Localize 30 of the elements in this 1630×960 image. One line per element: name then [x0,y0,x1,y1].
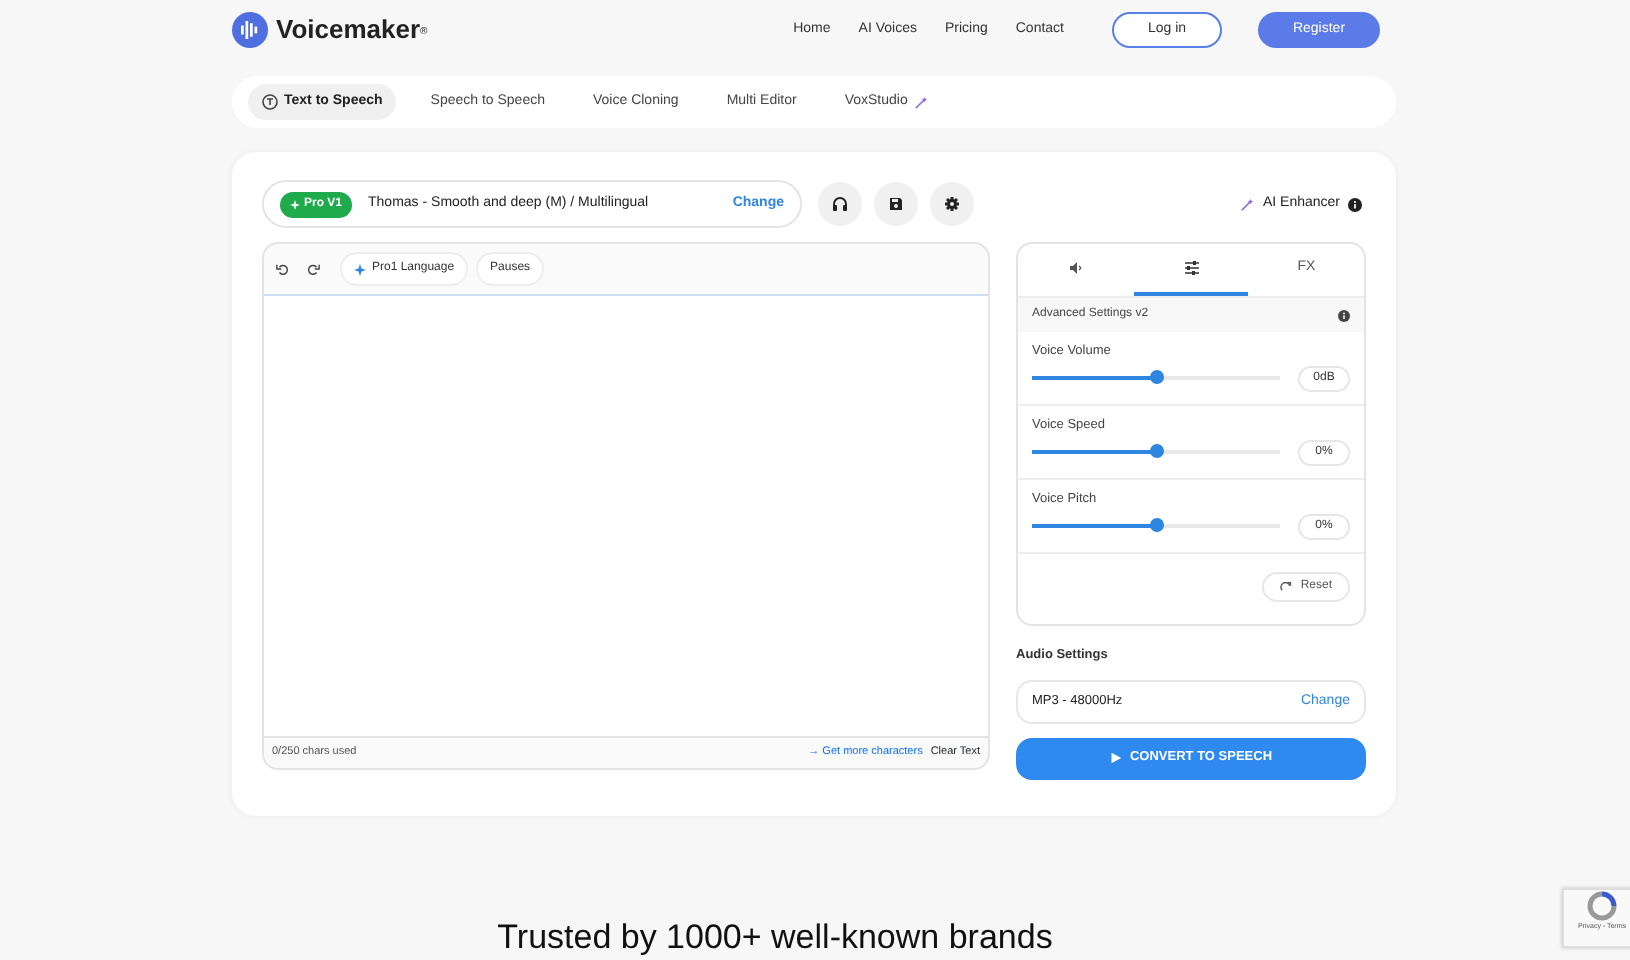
play-icon [1109,752,1122,765]
undo-icon [276,262,290,276]
icon-button[interactable] [874,182,918,226]
save-icon [888,196,904,212]
text-input[interactable] [264,296,988,736]
sparkle-icon [290,199,300,209]
slider-track[interactable] [1032,524,1280,529]
icon-button[interactable] [930,182,974,226]
headphones-icon [832,196,848,212]
settings-icon [944,196,960,212]
refresh-icon [1280,581,1293,593]
info-icon [1338,309,1350,321]
slider-thumb[interactable] [1149,370,1163,385]
slider-track[interactable] [1032,376,1280,381]
section-heading: Trusted by 1000+ well-known brands [497,916,1053,960]
wand-icon [1240,197,1255,211]
brand-name: Voicemaker$^{®}$ [276,12,428,49]
recaptcha-icon [1586,890,1618,922]
slider-track[interactable] [1032,450,1280,455]
logo-icon [232,12,268,48]
slider-thumb[interactable] [1149,518,1163,533]
redo-icon [306,262,320,276]
text-icon [262,94,278,110]
wand-icon [913,95,928,109]
slider-thumb[interactable] [1149,444,1163,459]
speaker-icon [1067,260,1084,276]
icon-button[interactable] [818,182,862,226]
sparkle-icon [354,263,366,275]
info-icon [1348,197,1362,211]
sliders-icon [1183,260,1199,276]
